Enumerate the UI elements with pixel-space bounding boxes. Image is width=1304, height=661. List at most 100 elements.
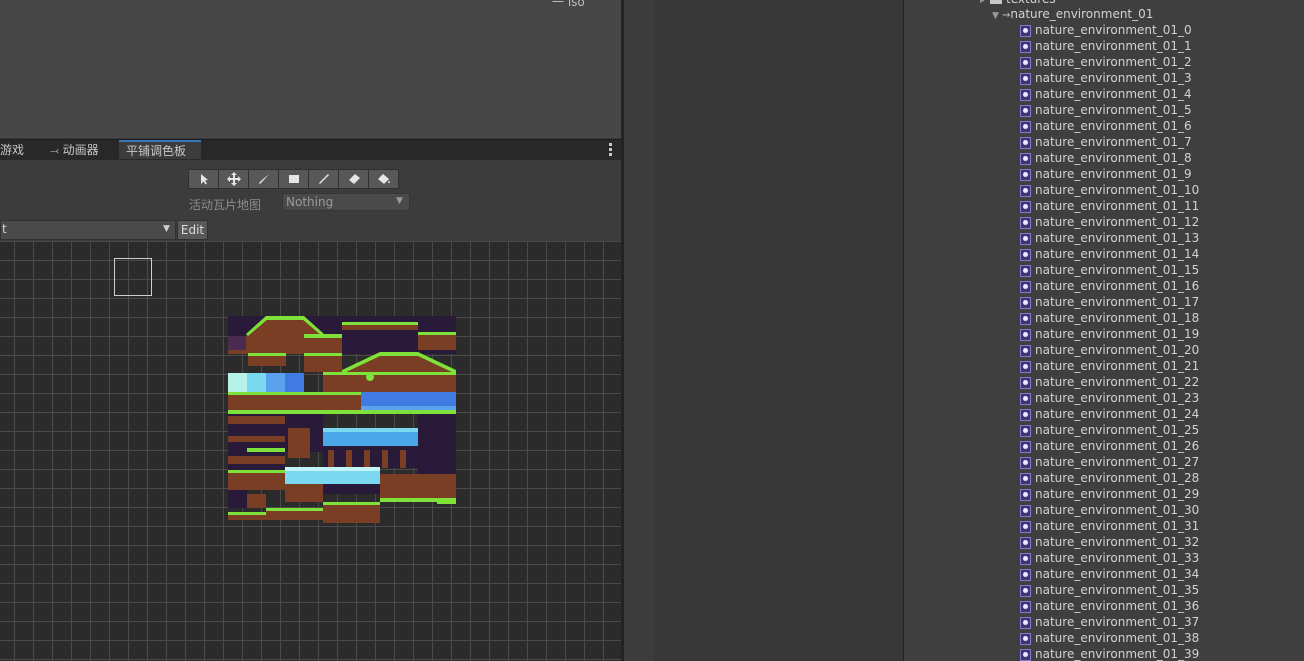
tree-sprite-item[interactable]: nature_environment_01_28: [1020, 470, 1199, 486]
move-tool-icon[interactable]: [218, 169, 249, 189]
tree-sprite-item[interactable]: nature_environment_01_13: [1020, 230, 1199, 246]
tree-sprite-item[interactable]: nature_environment_01_24: [1020, 406, 1199, 422]
sprite-icon: [1020, 184, 1031, 197]
tree-sprite-item[interactable]: nature_environment_01_2: [1020, 54, 1192, 70]
sprite-label: nature_environment_01_35: [1035, 583, 1200, 597]
sprite-icon: [1020, 216, 1031, 229]
tree-sprite-item[interactable]: nature_environment_01_18: [1020, 310, 1199, 326]
sprite-icon: [1020, 264, 1031, 277]
select-tool-icon[interactable]: [188, 169, 219, 189]
sprite-icon: [1020, 280, 1031, 293]
tree-sprite-item[interactable]: nature_environment_01_3: [1020, 70, 1192, 86]
chevron-down-icon[interactable]: ▸: [980, 0, 990, 9]
sprite-icon: [1020, 72, 1031, 85]
tree-sprite-item[interactable]: nature_environment_01_4: [1020, 86, 1192, 102]
tree-sprite-item[interactable]: nature_environment_01_38: [1020, 630, 1199, 646]
tree-sprite-item[interactable]: nature_environment_01_17: [1020, 294, 1199, 310]
palette-toolbar: [188, 169, 399, 189]
sprite-label: nature_environment_01_29: [1035, 487, 1200, 501]
tree-sprite-item[interactable]: nature_environment_01_11: [1020, 198, 1199, 214]
scene-view-label: 一 iso: [552, 0, 585, 9]
pick-icon[interactable]: [308, 169, 339, 189]
sprite-label: nature_environment_01_7: [1035, 135, 1192, 149]
chevron-down-icon: ▼: [396, 196, 403, 206]
tree-sprite-item[interactable]: nature_environment_01_32: [1020, 534, 1199, 550]
tree-sprite-item[interactable]: nature_environment_01_9: [1020, 166, 1192, 182]
tree-sprite-item[interactable]: nature_environment_01_1: [1020, 38, 1192, 54]
sprite-label: nature_environment_01_26: [1035, 439, 1200, 453]
sprite-icon: [1020, 312, 1031, 325]
tree-sprite-item[interactable]: nature_environment_01_8: [1020, 150, 1192, 166]
tree-sprite-item[interactable]: nature_environment_01_25: [1020, 422, 1199, 438]
sprite-label: nature_environment_01_5: [1035, 103, 1192, 117]
tree-sprite-item[interactable]: nature_environment_01_10: [1020, 182, 1199, 198]
sprite-icon: [1020, 376, 1031, 389]
eraser-icon[interactable]: [338, 169, 369, 189]
sprite-icon: [1020, 568, 1031, 581]
tab-animator[interactable]: ⤙ 动画器: [50, 140, 110, 161]
sprite-label: nature_environment_01_21: [1035, 359, 1200, 373]
tree-sprite-item[interactable]: nature_environment_01_12: [1020, 214, 1199, 230]
tree-sprite-item[interactable]: nature_environment_01_16: [1020, 278, 1199, 294]
tree-sprite-item[interactable]: nature_environment_01_29: [1020, 486, 1199, 502]
tree-sprite-item[interactable]: nature_environment_01_27: [1020, 454, 1199, 470]
sprite-label: nature_environment_01_10: [1035, 183, 1200, 197]
sprite-label: nature_environment_01_4: [1035, 87, 1192, 101]
sprite-label: nature_environment_01_13: [1035, 231, 1200, 245]
tree-sprite-item[interactable]: nature_environment_01_26: [1020, 438, 1199, 454]
tab-menu-icon[interactable]: [609, 143, 613, 158]
tree-sprite-item[interactable]: nature_environment_01_6: [1020, 118, 1192, 134]
palette-select-dropdown[interactable]: [0, 220, 176, 240]
tree-sprite-item[interactable]: nature_environment_01_7: [1020, 134, 1192, 150]
sprite-icon: [1020, 88, 1031, 101]
tree-sprite-item[interactable]: nature_environment_01_31: [1020, 518, 1199, 534]
sprite-label: nature_environment_01_2: [1035, 55, 1192, 69]
box-fill-icon[interactable]: [278, 169, 309, 189]
tree-sprite-item[interactable]: nature_environment_01_34: [1020, 566, 1199, 582]
sprite-label: nature_environment_01_17: [1035, 295, 1200, 309]
hierarchy-panel[interactable]: [654, 0, 903, 661]
chevron-down-icon[interactable]: ▼: [992, 8, 1002, 24]
sprite-label: nature_environment_01_11: [1035, 199, 1200, 213]
sprite-label: nature_environment_01_33: [1035, 551, 1200, 565]
tree-sprite-item[interactable]: nature_environment_01_30: [1020, 502, 1199, 518]
tree-sprite-item[interactable]: nature_environment_01_15: [1020, 262, 1199, 278]
sprite-label: nature_environment_01_6: [1035, 119, 1192, 133]
tree-sprite-item[interactable]: nature_environment_01_22: [1020, 374, 1199, 390]
active-tilemap-dropdown[interactable]: Nothing: [282, 193, 410, 211]
sprite-icon: [1020, 200, 1031, 213]
tree-sprite-item[interactable]: nature_environment_01_37: [1020, 614, 1199, 630]
tree-sprite-item[interactable]: nature_environment_01_21: [1020, 358, 1199, 374]
tree-sprite-item[interactable]: nature_environment_01_35: [1020, 582, 1199, 598]
tab-game[interactable]: 游戏: [0, 140, 44, 161]
tab-tile-palette[interactable]: 平铺调色板: [119, 140, 201, 159]
tree-sprite-item[interactable]: nature_environment_01_23: [1020, 390, 1199, 406]
fill-bucket-icon[interactable]: [368, 169, 399, 189]
tree-sprite-item[interactable]: nature_environment_01_0: [1020, 22, 1192, 38]
scene-view[interactable]: [0, 0, 621, 138]
tree-sprite-item[interactable]: nature_environment_01_20: [1020, 342, 1199, 358]
sprite-icon: [1020, 136, 1031, 149]
sprite-icon: [1020, 616, 1031, 629]
tile-sheet-image[interactable]: [228, 316, 456, 523]
palette-select-value: t: [2, 222, 7, 236]
tree-asset-nature-environment[interactable]: ▼ ⇝nature_environment_01: [992, 6, 1153, 22]
sprite-label: nature_environment_01_24: [1035, 407, 1200, 421]
sprite-icon: [1020, 328, 1031, 341]
sprite-icon: [1020, 104, 1031, 117]
paint-brush-icon[interactable]: [248, 169, 279, 189]
tab-animator-label: 动画器: [62, 143, 99, 157]
sprite-icon: [1020, 40, 1031, 53]
sprite-label: nature_environment_01_9: [1035, 167, 1192, 181]
tree-sprite-item[interactable]: nature_environment_01_14: [1020, 246, 1199, 262]
sprite-icon: [1020, 152, 1031, 165]
project-panel[interactable]: ▸textures ▼⇝nature_environment_01 nature…: [904, 0, 1304, 661]
tree-sprite-item[interactable]: nature_environment_01_33: [1020, 550, 1199, 566]
sprite-icon: [1020, 56, 1031, 69]
tree-sprite-item[interactable]: nature_environment_01_39: [1020, 646, 1199, 661]
tree-sprite-item[interactable]: nature_environment_01_19: [1020, 326, 1199, 342]
tree-sprite-item[interactable]: nature_environment_01_36: [1020, 598, 1199, 614]
tree-sprite-item[interactable]: nature_environment_01_5: [1020, 102, 1192, 118]
sprite-label: nature_environment_01_16: [1035, 279, 1200, 293]
edit-palette-button[interactable]: Edit: [177, 220, 208, 240]
